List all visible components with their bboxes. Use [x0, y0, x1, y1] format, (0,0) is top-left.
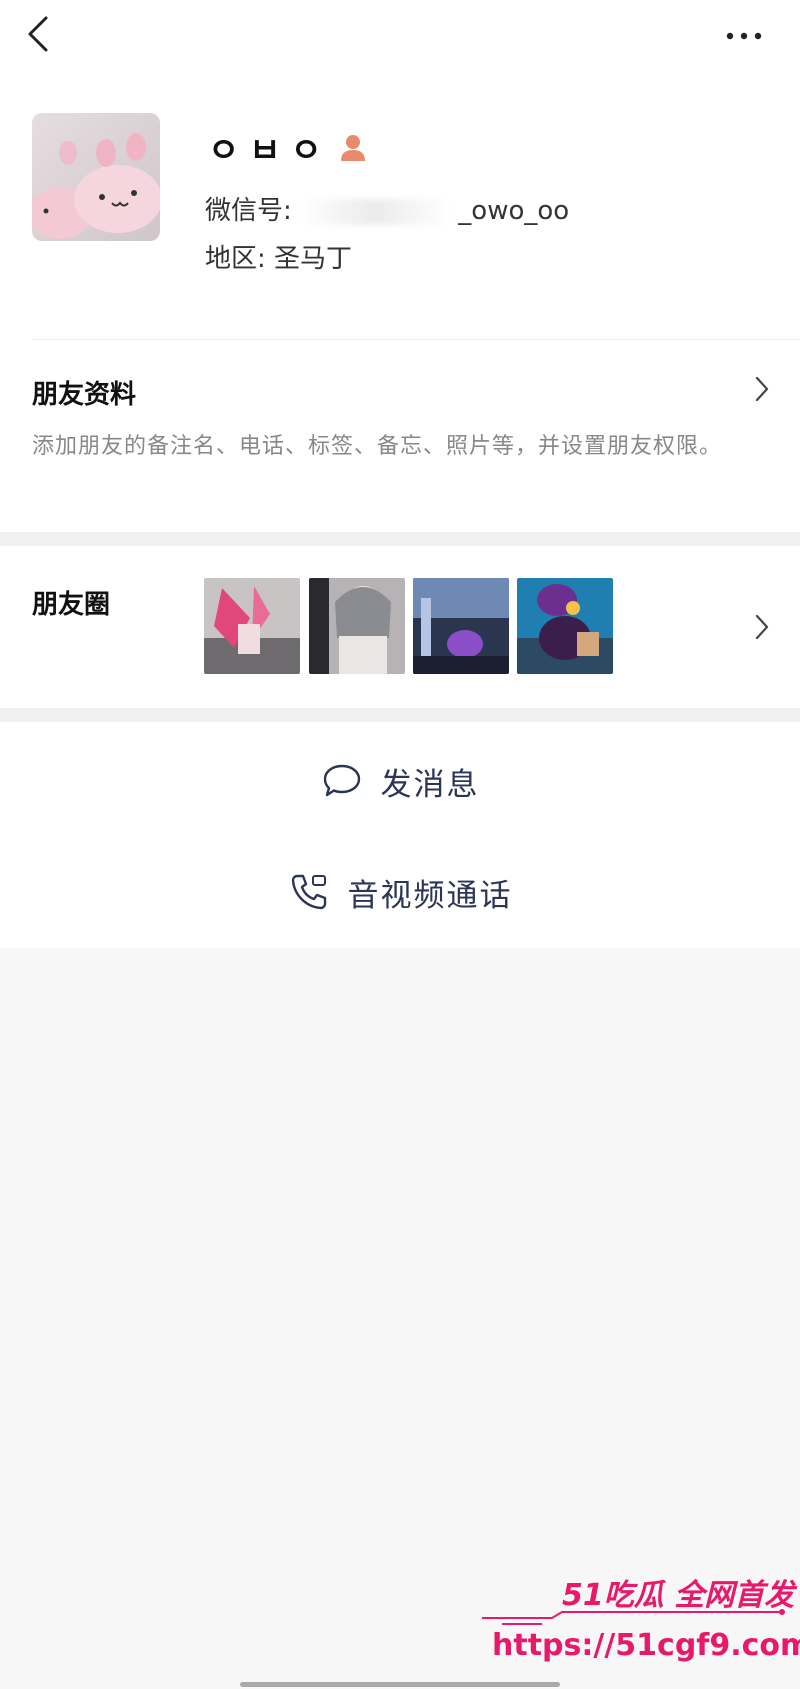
moments-title: 朋友圈	[32, 590, 111, 620]
moments-thumbnail	[204, 578, 300, 674]
wechat-id-label: 微信号:	[205, 196, 292, 226]
voice-video-call-button[interactable]: 音视频通话	[0, 842, 800, 942]
female-user-icon	[340, 135, 365, 161]
more-button[interactable]	[720, 18, 770, 54]
friend-profile-row[interactable]: 朋友资料 添加朋友的备注名、电话、标签、备忘、照片等，并设置朋友权限。	[0, 340, 800, 532]
chat-bubble-icon	[323, 764, 360, 797]
profile-card: ㅇㅂㅇ 微信号: _owo_oo 地区: 圣马丁 朋友资料 添加朋友的备注名、电…	[0, 0, 800, 948]
chevron-left-icon	[28, 16, 48, 52]
nickname: ㅇㅂㅇ	[208, 130, 332, 171]
bunny-avatar-image	[32, 113, 160, 241]
send-message-button[interactable]: 发消息	[0, 731, 800, 831]
friend-profile-title: 朋友资料	[32, 380, 137, 410]
wechat-id-redacted	[300, 198, 451, 225]
region: 地区: 圣马丁	[205, 238, 352, 275]
phone-icon	[291, 874, 326, 910]
wechat-id: 微信号: _owo_oo	[205, 190, 569, 227]
region-label: 地区:	[205, 244, 266, 274]
watermark-url: https://51cgf9.com	[492, 1628, 800, 1663]
chevron-right-icon	[755, 614, 769, 640]
send-message-label: 发消息	[380, 766, 480, 803]
chevron-right-icon	[755, 376, 769, 402]
wechat-id-value: _owo_oo	[458, 196, 570, 226]
region-value: 圣马丁	[274, 244, 353, 274]
moments-thumbnail	[413, 578, 509, 674]
section-gap	[0, 708, 800, 722]
moments-row[interactable]: 朋友圈	[0, 546, 800, 708]
voice-video-call-label: 音视频通话	[347, 877, 513, 914]
section-gap	[0, 532, 800, 546]
site-watermark: 51吃瓜 全网首发 https://51cgf9.com	[482, 1570, 800, 1678]
navbar	[0, 0, 800, 80]
moments-thumbnail	[517, 578, 613, 674]
avatar[interactable]	[32, 113, 160, 241]
watermark-circuit-lines	[482, 1609, 785, 1625]
home-indicator[interactable]	[240, 1682, 560, 1687]
moments-thumbnail	[309, 578, 405, 674]
nickname-row: ㅇㅂㅇ	[208, 125, 370, 171]
more-dots-icon	[726, 32, 762, 40]
friend-profile-description: 添加朋友的备注名、电话、标签、备忘、照片等，并设置朋友权限。	[32, 434, 723, 459]
back-button[interactable]	[22, 12, 62, 58]
